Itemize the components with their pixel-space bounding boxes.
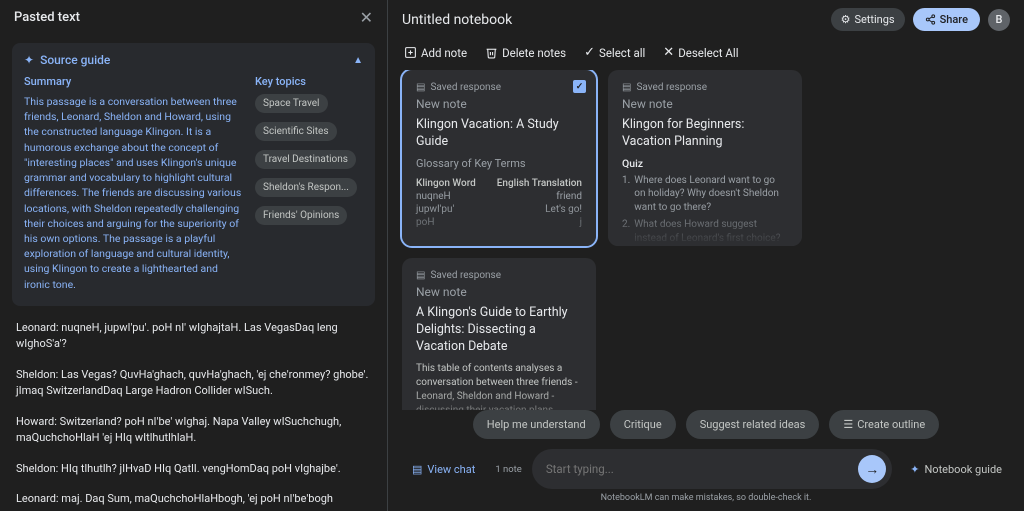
arrow-right-icon: → xyxy=(865,461,879,478)
chip-create-outline[interactable]: ☰ Create outline xyxy=(829,410,939,439)
source-guide: ✦ Source guide ▲ Summary This passage is… xyxy=(12,43,375,306)
pasted-text-title: Pasted text xyxy=(14,10,80,25)
outline-icon: ☰ xyxy=(843,418,853,431)
settings-button[interactable]: ⚙ Settings xyxy=(831,8,905,31)
disclaimer: NotebookLM can make mistakes, so double-… xyxy=(402,493,1010,503)
transcript-line: Sheldon: Las Vegas? QuvHa'ghach, quvHa'g… xyxy=(16,367,371,400)
transcript-line: Leonard: nuqneH, jupwI'pu'. poH nI' wIgh… xyxy=(16,320,371,353)
topic-pill[interactable]: Travel Destinations xyxy=(255,150,356,169)
view-chat-button[interactable]: ▤ View chat xyxy=(402,463,485,476)
note-checkbox-icon[interactable]: ✓ xyxy=(573,80,586,93)
transcript-line: Sheldon: HIq tlhutlh? jIHvaD HIq QatlI. … xyxy=(16,461,371,478)
chat-input-container: → xyxy=(532,449,892,489)
note-icon: ▤ xyxy=(416,270,425,281)
share-icon xyxy=(925,14,936,25)
notebook-guide-button[interactable]: ✦ Notebook guide xyxy=(902,463,1010,476)
trash-icon xyxy=(485,46,498,59)
source-guide-header[interactable]: ✦ Source guide ▲ xyxy=(24,53,363,67)
left-panel-header: Pasted text ✕ xyxy=(0,0,387,35)
glossary-header: Klingon Word English Translation xyxy=(416,178,582,189)
avatar[interactable]: B xyxy=(988,9,1010,31)
saved-response-label: ▤ Saved response xyxy=(416,82,582,93)
add-note-button[interactable]: Add note xyxy=(404,45,467,60)
left-panel: Pasted text ✕ ✦ Source guide ▲ Summary T… xyxy=(0,0,388,511)
share-button[interactable]: Share xyxy=(913,8,980,31)
right-header: Untitled notebook ⚙ Settings Share B xyxy=(388,0,1024,39)
sparkle-icon: ✦ xyxy=(910,463,919,476)
share-label: Share xyxy=(940,13,968,26)
note-title: A Klingon's Guide to Earthly Delights: D… xyxy=(416,305,582,356)
notes-toolbar: Add note Delete notes ✓ Select all ✕ Des… xyxy=(388,39,1024,70)
notebook-title[interactable]: Untitled notebook xyxy=(402,12,512,28)
select-all-button[interactable]: ✓ Select all xyxy=(584,45,645,60)
glossary-row: poHj xyxy=(416,217,582,228)
chat-input[interactable] xyxy=(546,462,858,476)
topic-pill[interactable]: Space Travel xyxy=(255,94,328,113)
chat-icon: ▤ xyxy=(412,463,422,476)
transcript-line: Howard: Switzerland? poH nI'be' wIghaj. … xyxy=(16,414,371,447)
topic-pill[interactable]: Sheldon's Respon... xyxy=(255,178,357,197)
topic-pill[interactable]: Scientific Sites xyxy=(255,122,337,141)
deselect-all-button[interactable]: ✕ Deselect All xyxy=(663,45,738,60)
send-button[interactable]: → xyxy=(858,455,886,483)
quiz-item: 2.What does Howard suggest instead of Le… xyxy=(622,218,788,246)
add-note-icon xyxy=(404,46,417,59)
settings-label: Settings xyxy=(854,13,894,26)
topics-label: Key topics xyxy=(255,75,363,88)
quiz-label: Quiz xyxy=(622,157,788,170)
saved-response-label: ▤ Saved response xyxy=(622,82,788,93)
chip-suggest[interactable]: Suggest related ideas xyxy=(686,410,820,439)
note-subtitle: Glossary of Key Terms xyxy=(416,157,582,170)
note-card-study-guide[interactable]: ✓ ▤ Saved response New note Klingon Vaca… xyxy=(402,70,596,246)
bottom-bar: Help me understand Critique Suggest rela… xyxy=(388,410,1024,511)
gear-icon: ⚙ xyxy=(841,13,851,26)
new-note-label: New note xyxy=(622,97,788,111)
chip-help-understand[interactable]: Help me understand xyxy=(473,410,600,439)
input-row: ▤ View chat 1 note → ✦ Notebook guide xyxy=(402,449,1010,489)
x-icon: ✕ xyxy=(663,45,674,60)
note-card-beginners[interactable]: ▤ Saved response New note Klingon for Be… xyxy=(608,70,802,246)
summary-text: This passage is a conversation between t… xyxy=(24,94,245,292)
new-note-label: New note xyxy=(416,97,582,111)
note-title: Klingon Vacation: A Study Guide xyxy=(416,117,582,151)
suggestion-chips: Help me understand Critique Suggest rela… xyxy=(402,410,1010,439)
note-icon: ▤ xyxy=(416,82,425,93)
close-icon[interactable]: ✕ xyxy=(360,8,373,27)
note-count: 1 note xyxy=(495,464,522,475)
source-guide-label: Source guide xyxy=(40,53,110,67)
key-topics: Key topics Space Travel Scientific Sites… xyxy=(255,75,363,292)
transcript[interactable]: Leonard: nuqneH, jupwI'pu'. poH nI' wIgh… xyxy=(0,306,387,511)
source-guide-summary: Summary This passage is a conversation b… xyxy=(24,75,245,292)
new-note-label: New note xyxy=(416,285,582,299)
right-panel: Untitled notebook ⚙ Settings Share B Add… xyxy=(388,0,1024,511)
check-icon: ✓ xyxy=(584,45,595,60)
saved-response-label: ▤ Saved response xyxy=(416,270,582,281)
note-icon: ▤ xyxy=(622,82,631,93)
note-card-earthly-delights[interactable]: ▤ Saved response New note A Klingon's Gu… xyxy=(402,258,596,428)
chip-critique[interactable]: Critique xyxy=(610,410,676,439)
glossary-row: jupwI'pu'Let's go! xyxy=(416,204,582,215)
summary-label: Summary xyxy=(24,75,245,88)
quiz-item: 1.Where does Leonard want to go on holid… xyxy=(622,174,788,215)
sparkle-icon: ✦ xyxy=(24,53,34,67)
topic-pill[interactable]: Friends' Opinions xyxy=(255,206,347,225)
chevron-up-icon: ▲ xyxy=(353,55,363,66)
note-title: Klingon for Beginners: Vacation Planning xyxy=(622,117,788,151)
transcript-line: Leonard: maj. Daq Sum, maQuchchoHlaHbogh… xyxy=(16,491,371,511)
glossary-row: nuqneHfriend xyxy=(416,191,582,202)
delete-notes-button[interactable]: Delete notes xyxy=(485,45,566,60)
